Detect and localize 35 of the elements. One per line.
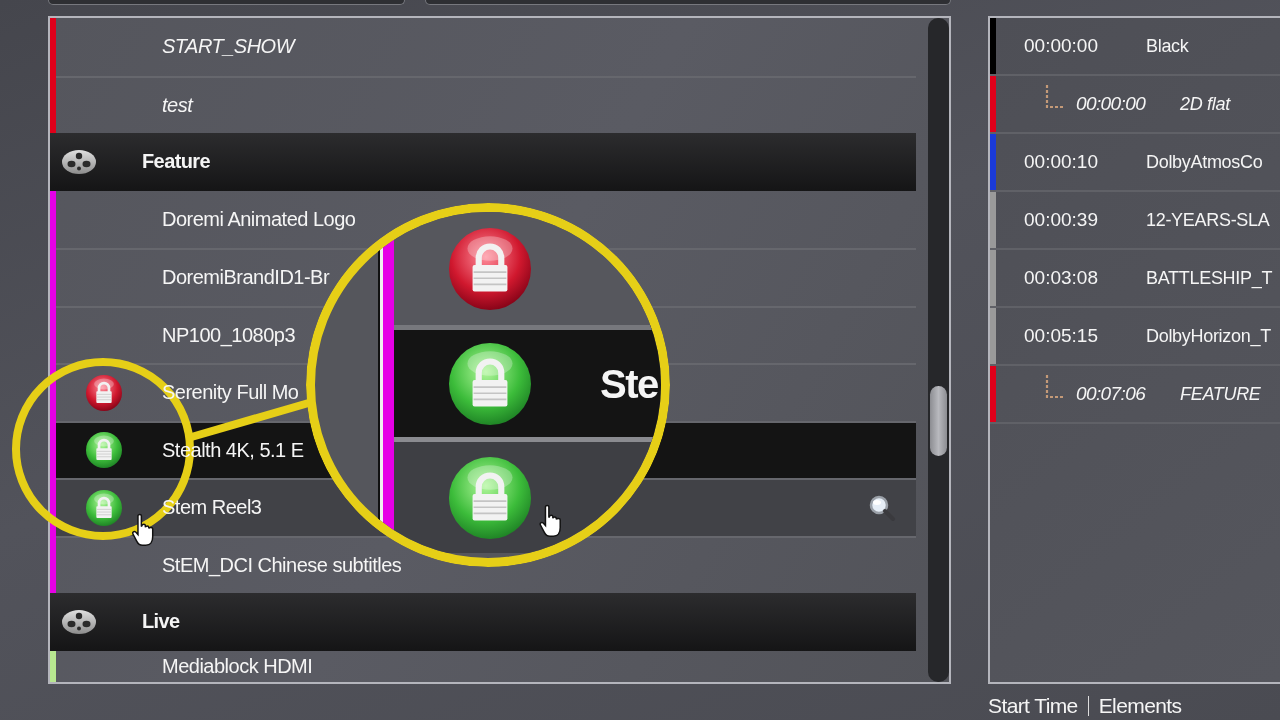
cue-time: 00:05:15 [1024, 325, 1099, 347]
magnified-text: Ste [600, 360, 658, 407]
cue-time: 00:07:06 [1076, 383, 1147, 405]
tree-connector-icon [1045, 85, 1065, 109]
cue-time: 00:03:08 [1024, 267, 1099, 289]
cue-time: 00:00:00 [1024, 35, 1099, 57]
playlist-item[interactable]: test [50, 77, 195, 133]
cue-time: 00:00:10 [1024, 151, 1099, 173]
cue-time: 00:00:39 [1024, 209, 1099, 231]
playlist-item[interactable]: DoremiBrandID1-Br [50, 250, 332, 306]
playlist-item[interactable]: NP100_1080p3 [50, 307, 297, 363]
cue-name: FEATURE [1180, 383, 1261, 405]
scrollbar-track[interactable] [928, 18, 949, 682]
cue-name: DolbyHorizon_T [1146, 325, 1271, 347]
playlist-item[interactable]: StEM_DCI Chinese subtitles [50, 537, 404, 593]
cue-name: DolbyAtmosCo [1146, 151, 1263, 173]
column-header[interactable]: Start Time [988, 694, 1078, 718]
cue-name: BATTLESHIP_T [1146, 267, 1273, 289]
cue-name: 12-YEARS-SLA [1146, 209, 1270, 231]
cue-name: 2D flat [1180, 93, 1230, 115]
tree-connector-icon [1045, 375, 1065, 399]
search-icon[interactable] [868, 493, 896, 522]
film-reel-icon [62, 609, 96, 634]
cue-name: Black [1146, 35, 1189, 57]
playlist-item[interactable]: Doremi Animated Logo [50, 190, 358, 248]
column-header[interactable]: Elements [1098, 694, 1182, 718]
group-header[interactable]: Feature [50, 133, 916, 191]
playlist-item[interactable]: Mediablock HDMI [50, 650, 315, 682]
film-reel-icon [62, 149, 96, 174]
hand-cursor-icon [537, 504, 563, 538]
scrollbar-thumb[interactable] [930, 386, 947, 456]
playlist-item[interactable]: START_SHOW [50, 18, 297, 76]
hand-cursor-icon [131, 513, 154, 547]
cue-time: 00:00:00 [1076, 93, 1147, 115]
group-header[interactable]: Live [50, 593, 916, 651]
